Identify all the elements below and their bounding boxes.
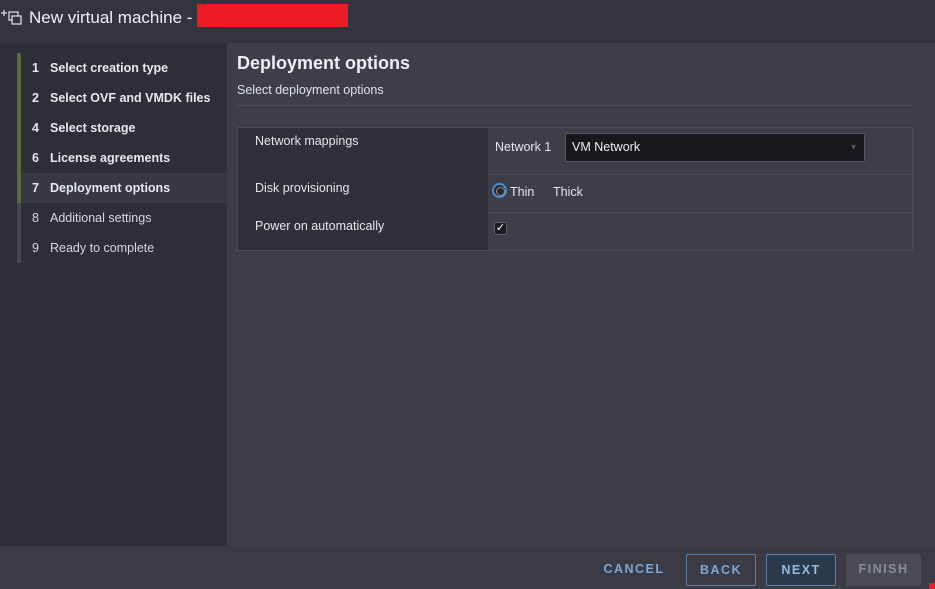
step-number: 2: [32, 91, 39, 105]
wizard-steps-list: 1 Select creation type 2 Select OVF and VMD…: [17, 53, 227, 263]
next-button[interactable]: NEXT: [766, 554, 836, 586]
network-mappings-label: Network mappings: [255, 134, 359, 148]
redacted-vm-name: [197, 4, 348, 27]
window-title: New virtual machine -: [29, 8, 193, 27]
step-number: 9: [32, 241, 39, 255]
finish-button[interactable]: FINISH: [846, 554, 921, 586]
disk-thick-option[interactable]: Thick: [553, 185, 583, 199]
network-name-label: Network 1: [495, 140, 552, 154]
wizard-step[interactable]: 9 Ready to complete: [17, 233, 227, 263]
new-vm-icon: [1, 10, 22, 25]
divider: [237, 105, 912, 106]
title-bar: New virtual machine -: [0, 0, 935, 43]
step-progress-bar: [17, 83, 21, 113]
step-label: Select storage: [50, 121, 136, 135]
wizard-step[interactable]: 1 Select creation type: [17, 53, 227, 83]
network-mapping-value: VM Network: [572, 140, 641, 154]
wizard-steps-sidebar: 1 Select creation type 2 Select OVF and VMD…: [0, 43, 227, 546]
step-number: 8: [32, 211, 39, 225]
step-progress-bar: [17, 113, 21, 143]
page-title: Deployment options: [237, 53, 411, 73]
wizard-step[interactable]: 8 Additional settings: [17, 203, 227, 233]
wizard-step[interactable]: 6 License agreements: [17, 143, 227, 173]
deployment-options-table: Network mappings Disk provisioning Power…: [237, 127, 913, 251]
power-on-checkbox[interactable]: ✓: [494, 222, 507, 235]
step-number: 6: [32, 151, 39, 165]
row-divider: [488, 212, 912, 213]
main-panel: Deployment options Select deployment opt…: [227, 43, 935, 546]
step-label: Additional settings: [50, 211, 152, 225]
step-label: Ready to complete: [50, 241, 155, 255]
step-label: Select OVF and VMDK files: [50, 91, 211, 105]
step-progress-bar: [17, 53, 21, 83]
cancel-button[interactable]: CANCEL: [596, 554, 672, 586]
wizard-footer: CANCEL BACK NEXT FINISH: [0, 546, 935, 589]
step-number: 7: [32, 181, 39, 195]
disk-provisioning-label: Disk provisioning: [255, 181, 350, 195]
step-progress-bar: [17, 143, 21, 173]
options-labels-column: Network mappings Disk provisioning Power…: [238, 128, 488, 250]
page-subtitle: Select deployment options: [237, 83, 384, 97]
chevron-down-icon: ▾: [850, 142, 856, 153]
power-on-label: Power on automatically: [255, 219, 385, 233]
step-number: 1: [32, 61, 39, 75]
step-progress-bar: [17, 203, 21, 233]
disk-thin-label[interactable]: Thin: [510, 185, 534, 199]
row-divider: [488, 174, 912, 175]
step-label: Deployment options: [50, 181, 171, 195]
wizard-step[interactable]: 2 Select OVF and VMDK files: [17, 83, 227, 113]
step-progress-bar: [17, 233, 21, 263]
wizard-step[interactable]: 7 Deployment options: [17, 173, 227, 203]
disk-thin-radio[interactable]: [492, 183, 507, 198]
corner-marker: [929, 583, 935, 589]
wizard-step[interactable]: 4 Select storage: [17, 113, 227, 143]
back-button[interactable]: BACK: [686, 554, 756, 586]
step-label: Select creation type: [50, 61, 169, 75]
step-number: 4: [32, 121, 39, 135]
step-label: License agreements: [50, 151, 171, 165]
step-progress-bar: [17, 173, 21, 203]
network-mapping-select[interactable]: VM Network ▾: [565, 133, 865, 162]
